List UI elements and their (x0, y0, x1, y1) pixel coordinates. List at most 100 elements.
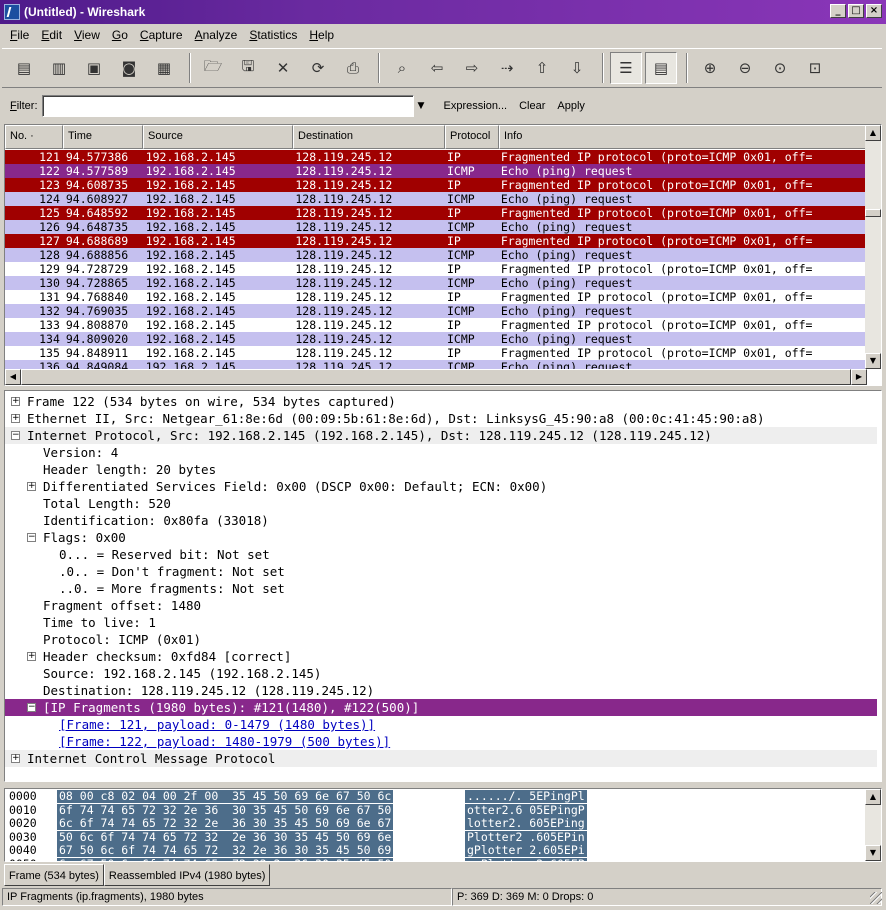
detail-node[interactable]: Protocol: ICMP (0x01) (5, 631, 877, 648)
collapse-icon[interactable]: − (27, 703, 36, 712)
detail-node[interactable]: + Differentiated Services Field: 0x00 (DS… (5, 478, 877, 495)
clear-button[interactable]: Clear (519, 100, 545, 112)
go-to-packet-icon[interactable]: ⇢ (491, 52, 523, 84)
detail-node[interactable]: Time to live: 1 (5, 614, 877, 631)
scroll-right-icon[interactable]: ▶ (851, 369, 867, 385)
fragment-link[interactable]: [Frame: 121, payload: 0-1479 (1480 bytes… (59, 716, 375, 733)
expand-icon[interactable]: + (11, 397, 20, 406)
print-icon[interactable]: ⎙ (337, 52, 369, 84)
tab-frame[interactable]: Frame (534 bytes) (4, 864, 104, 886)
interfaces-icon[interactable]: ▤ (8, 52, 40, 84)
column-destination[interactable]: Destination (293, 125, 445, 149)
packet-list-hscrollbar[interactable]: ◀ ▶ (5, 369, 867, 385)
packet-row[interactable]: 132 94.769035 192.168.2.145 128.119.245.12 I… (5, 304, 867, 318)
column-time[interactable]: Time (63, 125, 143, 149)
menu-edit[interactable]: Edit (35, 28, 68, 42)
scroll-up-icon[interactable]: ▲ (865, 125, 881, 141)
filter-dropdown-icon[interactable]: ▼ (418, 101, 432, 111)
packet-row[interactable]: 135 94.848911 192.168.2.145 128.119.245.12 I… (5, 346, 867, 360)
resize-grip-icon[interactable] (870, 892, 882, 904)
tab-reassembled[interactable]: Reassembled IPv4 (1980 bytes) (103, 864, 271, 886)
column-info[interactable]: Info (499, 125, 867, 149)
detail-node[interactable]: + Frame 122 (534 bytes on wire, 534 bytes… (5, 393, 877, 410)
collapse-icon[interactable]: − (27, 533, 36, 542)
menu-go[interactable]: Go (106, 28, 134, 42)
hex-offset[interactable]: 0050 (9, 857, 37, 861)
menu-analyze[interactable]: Analyze (189, 28, 244, 42)
filter-input[interactable] (41, 95, 414, 117)
detail-node[interactable]: + Internet Control Message Protocol (5, 750, 877, 767)
menu-capture[interactable]: Capture (134, 28, 189, 42)
close-button[interactable]: × (866, 4, 882, 18)
capture-options-icon[interactable]: ▥ (43, 52, 75, 84)
detail-node[interactable]: ..0. = More fragments: Not set (5, 580, 877, 597)
detail-node[interactable]: Identification: 0x80fa (33018) (5, 512, 877, 529)
packet-row[interactable]: 124 94.608927 192.168.2.145 128.119.245.12 I… (5, 192, 867, 206)
hex-bytes[interactable]: 67 50 6c 6f 74 74 65 72 32 2e 36 30 35 4… (57, 844, 394, 857)
hex-ascii[interactable]: gPlotter 2.605EPi (465, 844, 587, 857)
reload-icon[interactable]: ⟳ (302, 52, 334, 84)
menu-view[interactable]: View (68, 28, 106, 42)
go-forward-icon[interactable]: ⇨ (456, 52, 488, 84)
maximize-button[interactable]: □ (848, 4, 864, 18)
hex-ascii[interactable]: otter2.6 05EPingP (465, 803, 587, 817)
open-file-icon[interactable]: 🗁 (197, 52, 229, 84)
zoom-normal-icon[interactable]: ⊙ (764, 52, 796, 84)
hex-bytes[interactable]: 6e 67 50 6c 6f 74 74 65 72 32 2e 36 30 3… (57, 857, 394, 861)
expand-icon[interactable]: + (11, 754, 20, 763)
packet-row[interactable]: 131 94.768840 192.168.2.145 128.119.245.12 I… (5, 290, 867, 304)
bytes-vscrollbar[interactable]: ▲ ▼ (865, 789, 881, 861)
auto-scroll-icon[interactable]: ▤ (645, 52, 677, 84)
menu-file[interactable]: File (4, 28, 35, 42)
packet-row[interactable]: 127 94.688689 192.168.2.145 128.119.245.12 I… (5, 234, 867, 248)
detail-node[interactable]: Source: 192.168.2.145 (192.168.2.145) (5, 665, 877, 682)
scroll-thumb[interactable] (865, 209, 881, 217)
collapse-icon[interactable]: − (11, 431, 20, 440)
hscroll-thumb[interactable] (21, 369, 851, 385)
detail-node[interactable]: [Frame: 122, payload: 1480-1979 (500 byt… (5, 733, 877, 750)
hex-offset[interactable]: 0040 (9, 844, 37, 857)
packet-row[interactable]: 125 94.648592 192.168.2.145 128.119.245.12 I… (5, 206, 867, 220)
detail-node[interactable]: − [IP Fragments (1980 bytes): #121(1480),… (5, 699, 877, 716)
scroll-down-icon[interactable]: ▼ (865, 353, 881, 369)
hex-bytes[interactable]: 08 00 c8 02 04 00 2f 00 35 45 50 69 6e 6… (57, 790, 394, 803)
detail-node[interactable]: Total Length: 520 (5, 495, 877, 512)
hex-offset[interactable]: 0000 (9, 790, 37, 803)
hex-offset[interactable]: 0010 (9, 803, 37, 817)
detail-node[interactable]: − Internet Protocol, Src: 192.168.2.145 (… (5, 427, 877, 444)
apply-button[interactable]: Apply (557, 100, 585, 112)
save-file-icon[interactable]: 🖫 (232, 52, 264, 84)
hex-ascii[interactable]: ngPlotte r2.605EP (465, 857, 587, 861)
menu-help[interactable]: Help (303, 28, 340, 42)
scroll-down-icon[interactable]: ▼ (865, 845, 881, 861)
zoom-in-icon[interactable]: ⊕ (694, 52, 726, 84)
packet-list-vscrollbar[interactable]: ▲ ▼ (865, 125, 881, 369)
expand-icon[interactable]: + (27, 482, 36, 491)
go-back-icon[interactable]: ⇦ (421, 52, 453, 84)
restart-capture-icon[interactable]: ▦ (148, 52, 180, 84)
hex-ascii[interactable]: lotter2. 605EPing (465, 817, 587, 830)
expand-icon[interactable]: + (27, 652, 36, 661)
hex-ascii[interactable]: Plotter2 .605EPin (465, 830, 587, 844)
detail-node[interactable]: + Header checksum: 0xfd84 [correct] (5, 648, 877, 665)
go-first-icon[interactable]: ⇧ (526, 52, 558, 84)
packet-row[interactable]: 123 94.608735 192.168.2.145 128.119.245.12 I… (5, 178, 867, 192)
packet-row[interactable]: 133 94.808870 192.168.2.145 128.119.245.12 I… (5, 318, 867, 332)
hex-offset[interactable]: 0030 (9, 830, 37, 844)
scroll-up-icon[interactable]: ▲ (865, 789, 881, 805)
hex-offset[interactable]: 0020 (9, 817, 37, 830)
hex-bytes[interactable]: 6f 74 74 65 72 32 2e 36 30 35 45 50 69 6… (57, 803, 394, 817)
packet-row[interactable]: 122 94.577589 192.168.2.145 128.119.245.12 I… (5, 164, 867, 178)
column-no[interactable]: No. · (5, 125, 63, 149)
packet-row[interactable]: 134 94.809020 192.168.2.145 128.119.245.12 I… (5, 332, 867, 346)
detail-node[interactable]: Fragment offset: 1480 (5, 597, 877, 614)
minimize-button[interactable]: _ (830, 4, 846, 18)
expand-icon[interactable]: + (11, 414, 20, 423)
packet-row[interactable]: 126 94.648735 192.168.2.145 128.119.245.12 I… (5, 220, 867, 234)
menu-statistics[interactable]: Statistics (243, 28, 303, 42)
column-protocol[interactable]: Protocol (445, 125, 499, 149)
close-file-icon[interactable]: ✕ (267, 52, 299, 84)
zoom-out-icon[interactable]: ⊖ (729, 52, 761, 84)
expression-button[interactable]: Expression... (444, 100, 508, 112)
hex-bytes[interactable]: 50 6c 6f 74 74 65 72 32 2e 36 30 35 45 5… (57, 830, 394, 844)
